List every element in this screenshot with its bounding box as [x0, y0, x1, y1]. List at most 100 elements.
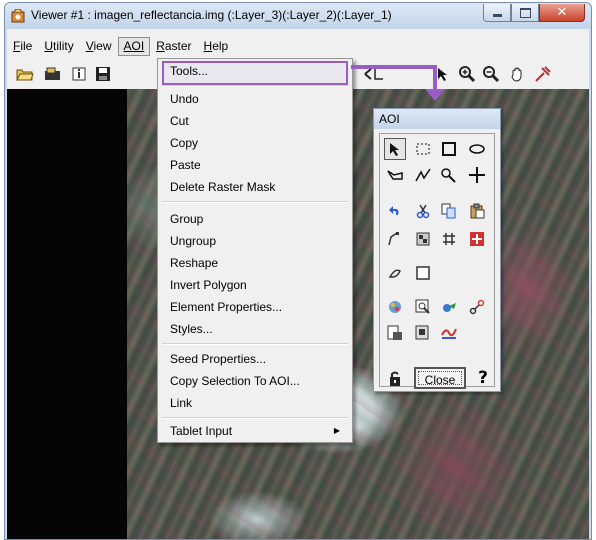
rectangle-dashed-icon	[416, 143, 430, 155]
info-button[interactable]	[69, 65, 89, 83]
minimize-icon	[492, 14, 502, 17]
copy-tool[interactable]	[438, 200, 460, 222]
help-button[interactable]: ?	[474, 368, 492, 388]
window-title: Viewer #1 : imagen_reflectancia.img (:La…	[31, 8, 392, 22]
annotation-arrow-head	[425, 89, 445, 101]
chain-tool[interactable]	[466, 296, 488, 318]
open-layer-button[interactable]	[43, 65, 63, 83]
menu-separator	[162, 417, 348, 419]
submenu-arrow-icon: ▶	[333, 426, 340, 435]
pan-hand-icon	[511, 67, 522, 82]
open-folder-button[interactable]	[15, 65, 35, 83]
select-arrow-icon	[390, 143, 399, 156]
minimize-button[interactable]	[483, 4, 511, 22]
palette-body: Close ?	[379, 133, 495, 390]
reshape-icon	[388, 232, 399, 246]
point-cross-icon	[469, 167, 485, 183]
save-button[interactable]	[93, 65, 113, 83]
polyline-tool[interactable]	[412, 164, 434, 186]
menu-view[interactable]: View	[80, 37, 118, 55]
menu-item-paste[interactable]: Paste	[164, 155, 346, 175]
menu-item-tablet-input-label: Tablet Input	[170, 424, 233, 438]
seed-icon	[388, 269, 401, 278]
menu-item-copy-selection-to-aoi[interactable]: Copy Selection To AOI...	[164, 371, 346, 391]
select-arrow-tool[interactable]	[384, 138, 406, 160]
menu-item-cut[interactable]: Cut	[164, 111, 346, 131]
menu-bar: File Utility View AOI Raster Help	[7, 37, 234, 57]
menu-utility[interactable]: Utility	[38, 37, 79, 55]
maximize-button[interactable]	[511, 4, 539, 22]
paste-tool[interactable]	[466, 200, 488, 222]
reshape-tool[interactable]	[384, 228, 406, 250]
menu-item-tools[interactable]: Tools...	[162, 61, 348, 85]
menu-item-styles[interactable]: Styles...	[164, 319, 346, 339]
invert-icon	[416, 266, 430, 280]
group-tool[interactable]	[412, 228, 434, 250]
point-tool[interactable]	[466, 164, 488, 186]
close-button[interactable]: Close	[414, 367, 466, 389]
aoi-tools-palette: AOI Close ?	[373, 108, 501, 392]
group-icon	[416, 232, 430, 246]
undo-icon	[389, 206, 399, 215]
polygon-icon	[387, 170, 403, 180]
region-grow-tool[interactable]	[438, 164, 460, 186]
menu-file[interactable]: File	[7, 37, 38, 55]
ungroup-icon	[443, 233, 455, 245]
menu-item-tablet-input[interactable]: Tablet Input ▶	[164, 421, 346, 441]
lock-tool[interactable]	[384, 368, 406, 390]
inquire-cursor-button[interactable]	[533, 65, 553, 83]
menu-aoi[interactable]: AOI	[117, 37, 151, 56]
ellipse-tool[interactable]	[466, 138, 488, 160]
link-icon	[443, 303, 456, 312]
polygon-tool[interactable]	[384, 164, 406, 186]
menu-raster-label: aster	[164, 39, 192, 53]
title-bar[interactable]: Viewer #1 : imagen_reflectancia.img (:La…	[5, 3, 591, 29]
properties-tool[interactable]	[466, 228, 488, 250]
annotation-arrow-line	[351, 65, 437, 69]
menu-item-seed-properties[interactable]: Seed Properties...	[164, 349, 346, 369]
seed-tool[interactable]	[384, 262, 406, 284]
grow-properties-tool[interactable]	[412, 296, 434, 318]
menu-item-ungroup[interactable]: Ungroup	[164, 231, 346, 251]
menu-item-element-properties[interactable]: Element Properties...	[164, 297, 346, 317]
menu-separator	[162, 85, 348, 87]
paste-icon	[470, 203, 485, 219]
region-grow-icon	[441, 168, 456, 183]
invert-tool[interactable]	[412, 262, 434, 284]
menu-item-link[interactable]: Link	[164, 393, 346, 413]
menu-raster[interactable]: Raster	[150, 37, 197, 55]
save-aoi-tool[interactable]	[384, 322, 406, 344]
signature-tool[interactable]	[438, 322, 460, 344]
menu-item-invert-polygon[interactable]: Invert Polygon	[164, 275, 346, 295]
ungroup-tool[interactable]	[438, 228, 460, 250]
open-aoi-tool[interactable]	[412, 322, 434, 344]
link-tool[interactable]	[438, 296, 460, 318]
menu-view-label: iew	[93, 39, 112, 53]
pan-hand-button[interactable]	[507, 65, 527, 83]
styles-icon	[389, 301, 401, 313]
zoom-out-button[interactable]	[481, 65, 501, 83]
ellipse-icon	[469, 144, 485, 154]
menu-item-copy[interactable]: Copy	[164, 133, 346, 153]
cut-icon	[416, 204, 430, 219]
menu-help[interactable]: Help	[198, 37, 235, 55]
rectangle-tool[interactable]	[438, 138, 460, 160]
menu-raster-mnemonic: R	[156, 39, 165, 53]
menu-item-group[interactable]: Group	[164, 209, 346, 229]
styles-tool[interactable]	[384, 296, 406, 318]
zoom-in-button[interactable]	[457, 65, 477, 83]
viewer-window: Viewer #1 : imagen_reflectancia.img (:La…	[4, 2, 592, 540]
menu-item-delete-raster-mask[interactable]: Delete Raster Mask	[164, 177, 346, 197]
open-folder-icon	[16, 69, 34, 81]
undo-tool[interactable]	[384, 200, 406, 222]
menu-item-reshape[interactable]: Reshape	[164, 253, 346, 273]
erdas-viewer-icon	[11, 9, 25, 23]
lock-icon	[390, 371, 400, 386]
rectangle-dashed-tool[interactable]	[412, 138, 434, 160]
palette-title[interactable]: AOI	[374, 109, 500, 129]
cut-tool[interactable]	[412, 200, 434, 222]
menu-item-undo[interactable]: Undo	[164, 89, 346, 109]
open-layer-icon	[45, 67, 60, 80]
close-window-button[interactable]: ✕	[539, 4, 585, 22]
menu-utility-mnemonic: U	[44, 39, 54, 53]
